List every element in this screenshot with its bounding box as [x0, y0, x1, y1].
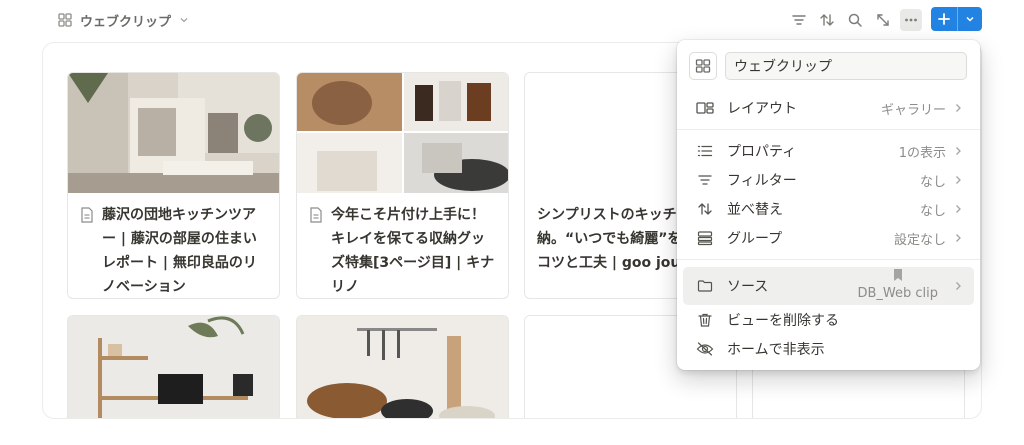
new-button[interactable] [931, 7, 982, 31]
chevron-down-icon[interactable] [958, 7, 982, 31]
menu-item-value: 1の表示 [898, 145, 946, 161]
plus-icon[interactable] [931, 7, 958, 31]
menu-divider [677, 259, 980, 260]
page-icon [80, 207, 94, 298]
eye-off-icon [695, 341, 715, 357]
view-name-row [689, 52, 967, 80]
chevron-right-icon [954, 233, 964, 243]
menu-item-filter[interactable]: フィルター なし [683, 166, 974, 194]
gallery-card[interactable] [296, 315, 509, 418]
more-icon[interactable] [900, 9, 922, 31]
chevron-right-icon [954, 204, 964, 214]
menu-item-label: プロパティ [727, 144, 797, 160]
menu-item-label: ビューを削除する [727, 313, 839, 329]
view-settings-menu: レイアウト ギャラリー プロパティ 1の表示 フィルター なし 並べ替え なし … [677, 40, 980, 370]
page-icon [309, 207, 323, 298]
menu-item-delete-view[interactable]: ビューを削除する [683, 306, 974, 334]
menu-item-properties[interactable]: プロパティ 1の表示 [683, 137, 974, 165]
card-cover-image [68, 316, 279, 418]
menu-item-value: 設定なし [893, 232, 946, 248]
toolbar [788, 9, 922, 31]
sort-icon[interactable] [816, 9, 838, 31]
gallery-icon[interactable] [689, 52, 717, 80]
card-cover-image [68, 73, 279, 193]
gallery-card[interactable]: 今年こそ片付け上手に！キレイを保てる収納グッズ特集[3ページ目] | キナリノ [296, 72, 509, 299]
menu-item-layout[interactable]: レイアウト ギャラリー [683, 94, 974, 122]
filter-icon [695, 172, 715, 188]
menu-item-label: ホームで非表示 [727, 342, 825, 358]
folder-icon [695, 278, 715, 294]
card-title: 藤沢の団地キッチンツアー | 藤沢の部屋の住まいレポート | 無印良品のリノベー… [102, 207, 257, 295]
menu-item-value: なし [919, 174, 946, 190]
bookmark-icon [893, 268, 903, 286]
group-icon [695, 230, 715, 246]
menu-item-value: なし [919, 203, 946, 219]
gallery-icon [58, 13, 72, 27]
menu-item-label: グループ [727, 231, 783, 247]
filter-icon[interactable] [788, 9, 810, 31]
gallery-card[interactable] [67, 315, 280, 418]
menu-item-value: ギャラリー [880, 102, 946, 118]
menu-item-label: レイアウト [727, 101, 797, 117]
chevron-right-icon [954, 146, 964, 156]
trash-icon [695, 312, 715, 328]
card-title: 今年こそ片付け上手に！キレイを保てる収納グッズ特集[3ページ目] | キナリノ [331, 207, 495, 295]
layout-icon [695, 100, 715, 116]
chevron-right-icon [954, 103, 964, 113]
chevron-down-icon [179, 15, 189, 25]
gallery-card[interactable]: 藤沢の団地キッチンツアー | 藤沢の部屋の住まいレポート | 無印良品のリノベー… [67, 72, 280, 299]
sort-icon [695, 201, 715, 217]
menu-item-group[interactable]: グループ 設定なし [683, 224, 974, 252]
menu-item-value: DB_Web clip [857, 286, 938, 301]
chevron-right-icon [954, 281, 964, 291]
view-name-input[interactable] [725, 52, 967, 80]
source-value: DB_Web clip [857, 268, 938, 301]
resize-icon[interactable] [872, 9, 894, 31]
list-icon [695, 143, 715, 159]
menu-divider [677, 129, 980, 130]
menu-item-label: フィルター [727, 173, 797, 189]
search-icon[interactable] [844, 9, 866, 31]
menu-item-source[interactable]: ソース DB_Web clip [683, 267, 974, 305]
card-cover-image [297, 316, 508, 418]
menu-item-hide-home[interactable]: ホームで非表示 [683, 335, 974, 363]
chevron-right-icon [954, 175, 964, 185]
view-header: ウェブクリップ [0, 0, 1024, 40]
view-tab[interactable]: ウェブクリップ [58, 10, 189, 30]
menu-item-sort[interactable]: 並べ替え なし [683, 195, 974, 223]
view-name: ウェブクリップ [80, 14, 172, 30]
card-cover-image [297, 73, 508, 193]
menu-item-label: 並べ替え [727, 202, 783, 218]
